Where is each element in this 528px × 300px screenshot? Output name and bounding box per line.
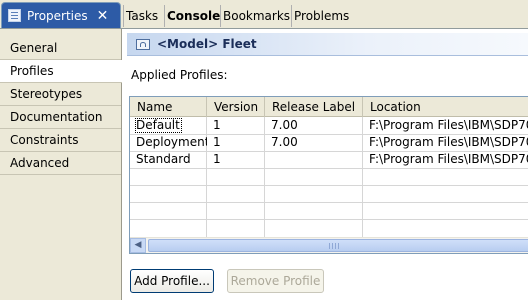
content-header: <Model> Fleet bbox=[127, 33, 528, 56]
cell-name[interactable]: Default bbox=[130, 117, 207, 134]
scrollbar-thumb[interactable] bbox=[148, 239, 528, 252]
sidebar-item-profiles[interactable]: Profiles bbox=[0, 60, 122, 83]
view-tab-bar: Properties ✕ Tasks Console Bookmarks Pro… bbox=[0, 0, 528, 29]
table-header: Name Version Release Label Location bbox=[130, 97, 528, 117]
table-row[interactable]: Default 1 7.00 F:\Program Files\IBM\SDP7… bbox=[130, 117, 528, 134]
column-header-version[interactable]: Version bbox=[207, 97, 265, 117]
grid-line bbox=[130, 185, 528, 186]
cell-version[interactable]: 1 bbox=[207, 151, 265, 168]
cell-release-label[interactable]: 7.00 bbox=[265, 117, 363, 134]
cell-release-label[interactable]: 7.00 bbox=[265, 134, 363, 151]
properties-view: Properties ✕ Tasks Console Bookmarks Pro… bbox=[0, 0, 528, 300]
page-title: <Model> Fleet bbox=[157, 37, 257, 51]
cell-location[interactable]: F:\Program Files\IBM\SDP70 bbox=[363, 151, 528, 168]
tab-properties[interactable]: Properties ✕ bbox=[1, 2, 121, 28]
tab-properties-label: Properties bbox=[27, 8, 88, 23]
tab-console[interactable]: Console bbox=[164, 5, 222, 27]
scrollbar-grip bbox=[329, 243, 330, 249]
cell-version[interactable]: 1 bbox=[207, 134, 265, 151]
properties-category-list: General Profiles Stereotypes Documentati… bbox=[0, 29, 122, 300]
tab-tasks[interactable]: Tasks bbox=[123, 5, 160, 27]
column-header-location[interactable]: Location bbox=[363, 97, 528, 117]
tab-bookmarks[interactable]: Bookmarks bbox=[220, 5, 292, 27]
table-row[interactable]: Standard 1 F:\Program Files\IBM\SDP70 bbox=[130, 151, 528, 168]
tab-problems[interactable]: Problems bbox=[291, 5, 351, 27]
table-row[interactable]: Deployment 1 7.00 F:\Program Files\IBM\S… bbox=[130, 134, 528, 151]
grid-line bbox=[130, 202, 528, 203]
cell-location[interactable]: F:\Program Files\IBM\SDP70 bbox=[363, 117, 528, 134]
column-header-release-label[interactable]: Release Label bbox=[265, 97, 363, 117]
sidebar-item-constraints[interactable]: Constraints bbox=[0, 129, 121, 152]
scroll-left-arrow-icon[interactable]: ◀ bbox=[130, 238, 146, 253]
sidebar-item-advanced[interactable]: Advanced bbox=[0, 152, 121, 175]
cell-name[interactable]: Standard bbox=[130, 151, 207, 168]
horizontal-scrollbar[interactable]: ◀ bbox=[130, 237, 528, 253]
applied-profiles-label: Applied Profiles: bbox=[131, 68, 228, 82]
cell-name[interactable]: Deployment bbox=[130, 134, 207, 151]
cell-location[interactable]: F:\Program Files\IBM\SDP70 bbox=[363, 134, 528, 151]
close-icon[interactable]: ✕ bbox=[97, 9, 109, 23]
applied-profiles-table: Name Version Release Label Location Defa… bbox=[129, 96, 528, 254]
add-profile-button[interactable]: Add Profile... bbox=[130, 269, 214, 293]
column-header-name[interactable]: Name bbox=[130, 97, 207, 117]
grid-line bbox=[130, 168, 528, 169]
properties-icon bbox=[8, 9, 21, 22]
cell-version[interactable]: 1 bbox=[207, 117, 265, 134]
sidebar-item-documentation[interactable]: Documentation bbox=[0, 106, 121, 129]
cell-release-label[interactable] bbox=[265, 151, 363, 168]
remove-profile-button[interactable]: Remove Profile bbox=[227, 269, 324, 293]
model-icon bbox=[136, 38, 150, 50]
sidebar-item-general[interactable]: General bbox=[0, 37, 121, 60]
sidebar-item-stereotypes[interactable]: Stereotypes bbox=[0, 83, 121, 106]
grid-line bbox=[130, 219, 528, 220]
